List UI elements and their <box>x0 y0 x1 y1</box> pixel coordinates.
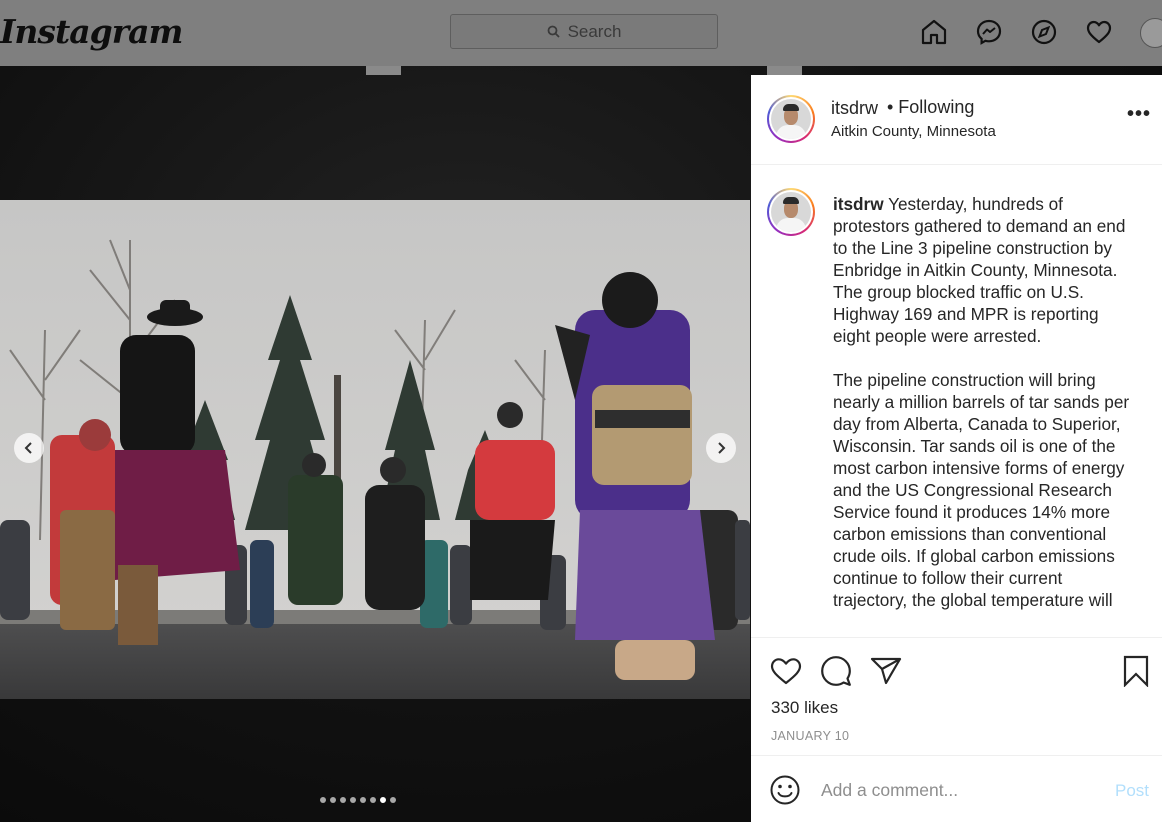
post-header: itsdrw • Following Aitkin County, Minnes… <box>751 75 1162 165</box>
chevron-left-icon <box>24 442 32 454</box>
carousel-dot <box>390 797 396 803</box>
bookmark-icon <box>1123 655 1149 687</box>
prev-slide-button[interactable] <box>14 433 44 463</box>
carousel-dot <box>370 797 376 803</box>
author-avatar[interactable] <box>767 95 815 143</box>
comment-button[interactable] <box>819 654 853 688</box>
emoji-icon[interactable] <box>769 774 801 806</box>
search-box[interactable]: Search <box>450 14 718 49</box>
instagram-logo[interactable]: Instagram <box>0 12 183 51</box>
post-location[interactable]: Aitkin County, Minnesota <box>831 123 996 140</box>
like-button[interactable] <box>769 654 803 688</box>
carousel-dot <box>350 797 356 803</box>
share-button[interactable] <box>869 654 903 688</box>
top-nav: Instagram Search <box>0 0 1162 66</box>
caption-username[interactable]: itsdrw <box>833 194 884 214</box>
search-icon <box>547 25 560 38</box>
search-placeholder: Search <box>567 21 622 41</box>
likes-count[interactable]: 330 likes <box>771 698 838 718</box>
next-slide-button[interactable] <box>706 433 736 463</box>
carousel-dot <box>330 797 336 803</box>
carousel-dot <box>340 797 346 803</box>
chevron-right-icon <box>718 442 726 454</box>
post-actions: 330 likes JANUARY 10 <box>751 637 1162 755</box>
background-strip <box>366 66 401 75</box>
author-username[interactable]: itsdrw <box>831 98 878 119</box>
caption-avatar[interactable] <box>767 188 815 236</box>
caption-paragraph-1: Yesterday, hundreds of protestors gather… <box>833 194 1126 346</box>
post-caption: itsdrw Yesterday, hundreds of protestors… <box>833 193 1138 637</box>
home-icon[interactable] <box>918 16 950 48</box>
following-status[interactable]: • Following <box>887 97 974 118</box>
profile-avatar[interactable] <box>1140 18 1162 48</box>
comment-icon <box>821 656 851 686</box>
heart-icon[interactable] <box>1083 16 1115 48</box>
carousel-dot <box>360 797 366 803</box>
caption-paragraph-2: The pipeline construction will bring nea… <box>833 370 1130 610</box>
background-strip <box>767 66 802 75</box>
carousel-dot-active <box>380 797 386 803</box>
carousel-dot <box>320 797 326 803</box>
post-details-panel: itsdrw • Following Aitkin County, Minnes… <box>751 75 1162 822</box>
comment-bar: Post <box>751 755 1162 822</box>
explore-icon[interactable] <box>1028 16 1060 48</box>
post-photo[interactable] <box>0 200 750 699</box>
save-button[interactable] <box>1119 654 1153 688</box>
carousel-indicators <box>320 797 400 803</box>
post-comment-button[interactable]: Post <box>1115 781 1149 801</box>
share-icon <box>870 657 902 685</box>
messenger-icon[interactable] <box>973 16 1005 48</box>
heart-icon <box>770 658 802 685</box>
more-options-button[interactable]: ••• <box>1127 103 1151 126</box>
comment-input[interactable] <box>821 777 1091 803</box>
post-date[interactable]: JANUARY 10 <box>771 729 849 743</box>
